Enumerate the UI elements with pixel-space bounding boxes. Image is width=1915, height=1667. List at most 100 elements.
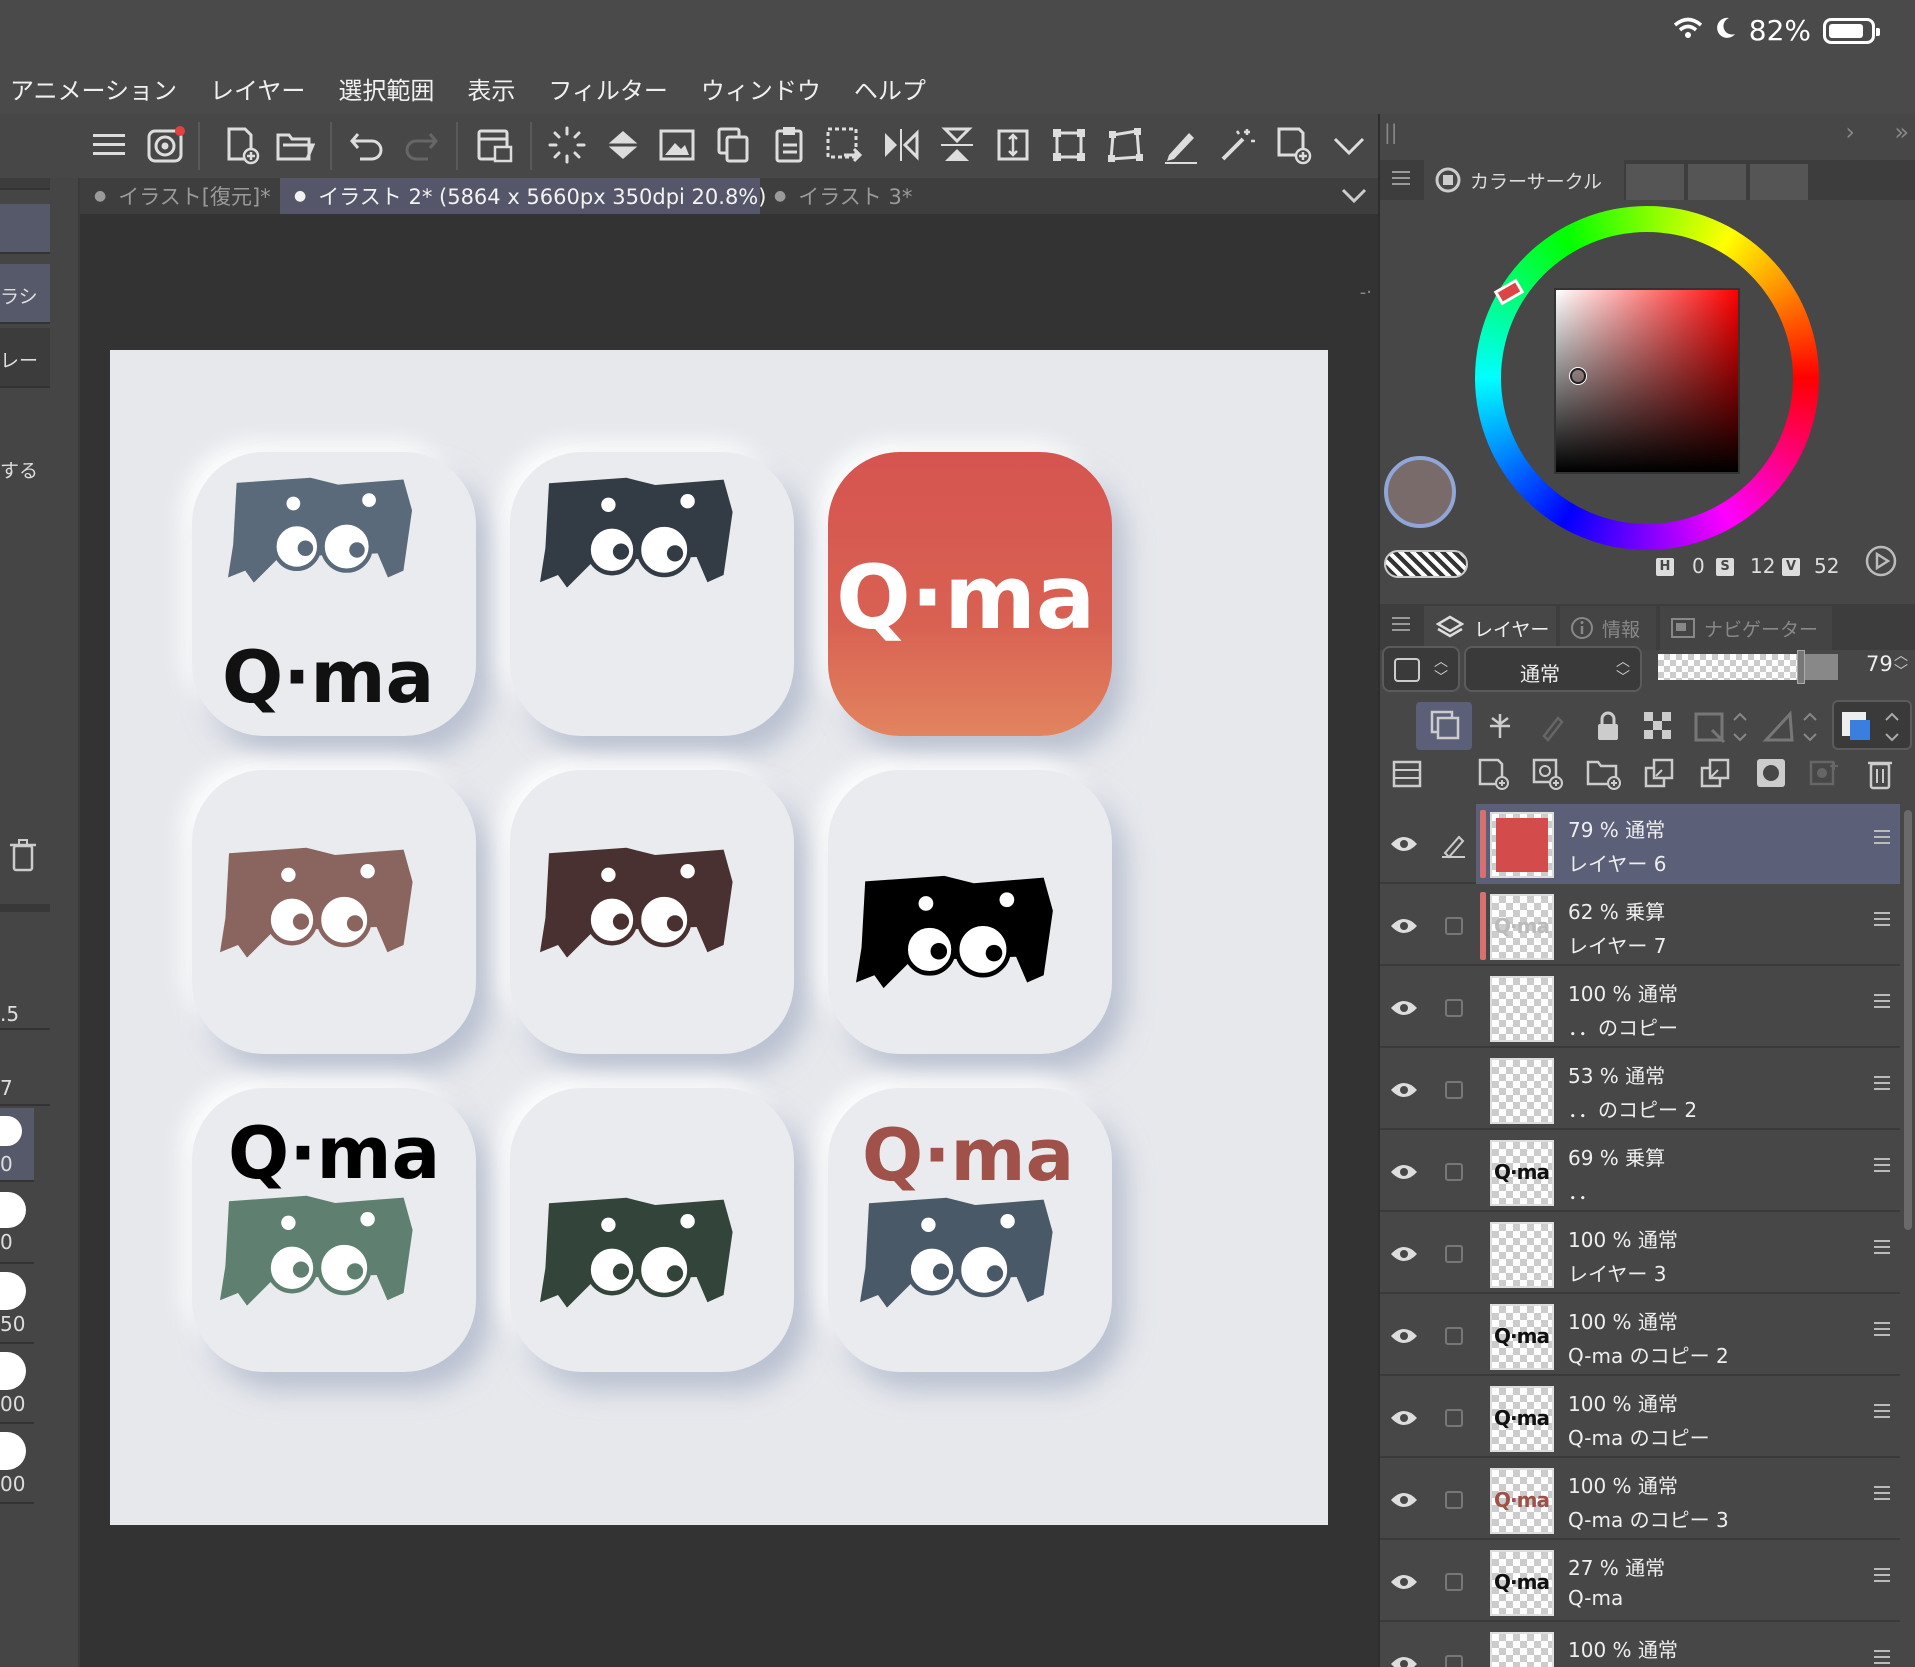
brush-size-item[interactable]: .5 bbox=[0, 956, 50, 1030]
new-raster-layer-icon[interactable] bbox=[1476, 756, 1510, 794]
tab-illust-3[interactable]: ● イラスト 3* bbox=[760, 178, 934, 214]
scale-icon[interactable] bbox=[1046, 122, 1092, 168]
hamburger-menu-icon[interactable] bbox=[86, 122, 132, 168]
layer-type-selector[interactable]: ︿ ﹀ bbox=[1382, 646, 1460, 692]
tab-color-wheel[interactable]: カラーサークル bbox=[1424, 160, 1624, 200]
layer-drag-handle-icon[interactable] bbox=[1874, 1568, 1890, 1586]
sv-picker-handle[interactable] bbox=[1570, 368, 1586, 384]
visibility-eye-icon[interactable] bbox=[1380, 1296, 1428, 1376]
new-layer-icon[interactable] bbox=[1270, 122, 1316, 168]
tab-illust-restored[interactable]: ● イラスト[復元]* bbox=[80, 178, 280, 214]
layer-item[interactable]: Q·ma 100 % 通常 Q-ma のコピー bbox=[1476, 1378, 1900, 1458]
layer-item[interactable]: 100 % 通常 bbox=[1476, 1624, 1900, 1667]
layer-drag-handle-icon[interactable] bbox=[1874, 912, 1890, 930]
layer-row[interactable]: 79 % 通常 レイヤー 6 bbox=[1380, 804, 1900, 884]
brush-size-item[interactable]: 7 bbox=[0, 1032, 50, 1106]
layer-item[interactable]: Q·ma 100 % 通常 Q-ma のコピー 2 bbox=[1476, 1296, 1900, 1376]
layer-row[interactable]: Q·ma 100 % 通常 Q-ma のコピー 2 bbox=[1380, 1296, 1900, 1376]
panel-menu-icon[interactable] bbox=[1392, 616, 1410, 636]
layer-list-settings-icon[interactable] bbox=[1392, 760, 1422, 792]
tab-layer[interactable]: レイヤー bbox=[1424, 606, 1556, 650]
layer-row[interactable]: Q·ma 27 % 通常 Q-ma bbox=[1380, 1542, 1900, 1622]
flip-horizontal-icon[interactable] bbox=[878, 122, 924, 168]
layer-row[interactable]: 53 % 通常 ．．のコピー 2 bbox=[1380, 1050, 1900, 1130]
layer-item[interactable]: Q·ma 100 % 通常 Q-ma のコピー 3 bbox=[1476, 1460, 1900, 1540]
layer-edit-toggle[interactable] bbox=[1432, 968, 1476, 1048]
layer-edit-toggle[interactable] bbox=[1432, 1542, 1476, 1622]
layer-edit-toggle[interactable] bbox=[1432, 1296, 1476, 1376]
fill-bucket-icon[interactable] bbox=[600, 122, 646, 168]
lock-icon[interactable] bbox=[1594, 710, 1622, 746]
visibility-eye-icon[interactable] bbox=[1380, 1132, 1428, 1212]
free-transform-icon[interactable] bbox=[1102, 122, 1148, 168]
copy-icon[interactable] bbox=[710, 122, 756, 168]
menu-animation[interactable]: アニメーション bbox=[10, 71, 177, 106]
layer-drag-handle-icon[interactable] bbox=[1874, 994, 1890, 1012]
blend-mode-select[interactable]: 通常 ︿ ﹀ bbox=[1464, 646, 1642, 692]
merge-down-icon[interactable] bbox=[1698, 756, 1732, 794]
layer-drag-handle-icon[interactable] bbox=[1874, 1322, 1890, 1340]
loading-spinner-icon[interactable] bbox=[544, 122, 590, 168]
fit-canvas-icon[interactable] bbox=[990, 122, 1036, 168]
menu-layer[interactable]: レイヤー bbox=[210, 71, 305, 106]
main-color-swatch[interactable] bbox=[1384, 456, 1456, 528]
brush-size-item[interactable]: 00 bbox=[0, 1346, 34, 1424]
transform-icon[interactable] bbox=[822, 122, 868, 168]
new-vector-layer-icon[interactable] bbox=[1530, 756, 1564, 794]
tab-illust-2[interactable]: ● イラスト 2* (5864 x 5660px 350dpi 20.8%) bbox=[280, 178, 766, 214]
transfer-to-lower-icon[interactable] bbox=[1642, 756, 1676, 794]
visibility-eye-icon[interactable] bbox=[1380, 804, 1428, 884]
tool-strip-selected[interactable] bbox=[0, 204, 50, 254]
layer-edit-toggle[interactable] bbox=[1432, 886, 1476, 966]
tab-info[interactable]: 情報 bbox=[1560, 606, 1656, 650]
tab-navigator[interactable]: ナビゲーター bbox=[1660, 606, 1832, 650]
layer-edit-toggle[interactable] bbox=[1432, 1460, 1476, 1540]
layer-drag-handle-icon[interactable] bbox=[1874, 1158, 1890, 1176]
brush-size-item[interactable]: 0 bbox=[0, 1186, 34, 1264]
menu-window[interactable]: ウィンドウ bbox=[701, 71, 821, 106]
layer-drag-handle-icon[interactable] bbox=[1874, 1076, 1890, 1094]
panel-grip-icon[interactable]: || bbox=[1384, 120, 1397, 144]
new-folder-icon[interactable] bbox=[1586, 756, 1622, 794]
brush-size-item-selected[interactable]: 0 bbox=[0, 1108, 34, 1182]
tabs-chevron-down-icon[interactable] bbox=[1340, 184, 1368, 210]
layer-row[interactable]: 100 % 通常 レイヤー 3 bbox=[1380, 1214, 1900, 1294]
tool-group[interactable]: レー bbox=[0, 328, 50, 388]
opacity-slider[interactable] bbox=[1658, 650, 1838, 684]
layer-item[interactable]: Q·ma 69 % 乗算 ．． bbox=[1476, 1132, 1900, 1212]
tab-color-history[interactable] bbox=[1750, 164, 1808, 200]
visibility-eye-icon[interactable] bbox=[1380, 886, 1428, 966]
layer-list-scrollbar[interactable] bbox=[1904, 810, 1912, 1230]
layer-edit-toggle[interactable] bbox=[1432, 1214, 1476, 1294]
mask-toggle[interactable] bbox=[1690, 704, 1752, 750]
menu-view[interactable]: 表示 bbox=[467, 71, 515, 106]
redo-icon[interactable] bbox=[398, 122, 444, 168]
layer-drag-handle-icon[interactable] bbox=[1874, 1404, 1890, 1422]
layer-item[interactable]: 100 % 通常 レイヤー 3 bbox=[1476, 1214, 1900, 1294]
layer-edit-toggle[interactable] bbox=[1432, 1624, 1476, 1667]
layer-row[interactable]: Q·ma 69 % 乗算 ．． bbox=[1380, 1132, 1900, 1212]
lock-transparency-icon[interactable] bbox=[1642, 710, 1674, 746]
tab-color-slider[interactable] bbox=[1626, 164, 1684, 200]
layer-drag-handle-icon[interactable] bbox=[1874, 1650, 1890, 1667]
chevron-right-icon[interactable]: › bbox=[1845, 118, 1855, 146]
layer-edit-toggle[interactable] bbox=[1432, 804, 1476, 884]
visibility-eye-icon[interactable] bbox=[1380, 1460, 1428, 1540]
brush-size-item[interactable]: 50 bbox=[0, 1266, 34, 1344]
undo-icon[interactable] bbox=[344, 122, 390, 168]
layer-drag-handle-icon[interactable] bbox=[1874, 1486, 1890, 1504]
canvas[interactable]: Q·ma Q·ma Q·ma Q·ma bbox=[110, 350, 1328, 1525]
panel-menu-icon[interactable] bbox=[1392, 170, 1410, 190]
layer-row[interactable]: 100 % 通常 ．．のコピー bbox=[1380, 968, 1900, 1048]
brush-group[interactable]: ラシ bbox=[0, 264, 50, 324]
layer-item[interactable]: 79 % 通常 レイヤー 6 bbox=[1476, 804, 1900, 884]
tab-color-set[interactable] bbox=[1688, 164, 1746, 200]
chevron-down-icon[interactable] bbox=[1326, 122, 1372, 168]
reference-layer-icon[interactable] bbox=[1484, 710, 1516, 746]
collapse-right-icon[interactable]: » bbox=[1894, 118, 1909, 146]
saturation-value-square[interactable] bbox=[1554, 288, 1740, 474]
magic-wand-icon[interactable] bbox=[1214, 122, 1260, 168]
layer-item[interactable]: 53 % 通常 ．．のコピー 2 bbox=[1476, 1050, 1900, 1130]
layer-edit-toggle[interactable] bbox=[1432, 1132, 1476, 1212]
visibility-eye-icon[interactable] bbox=[1380, 1542, 1428, 1622]
